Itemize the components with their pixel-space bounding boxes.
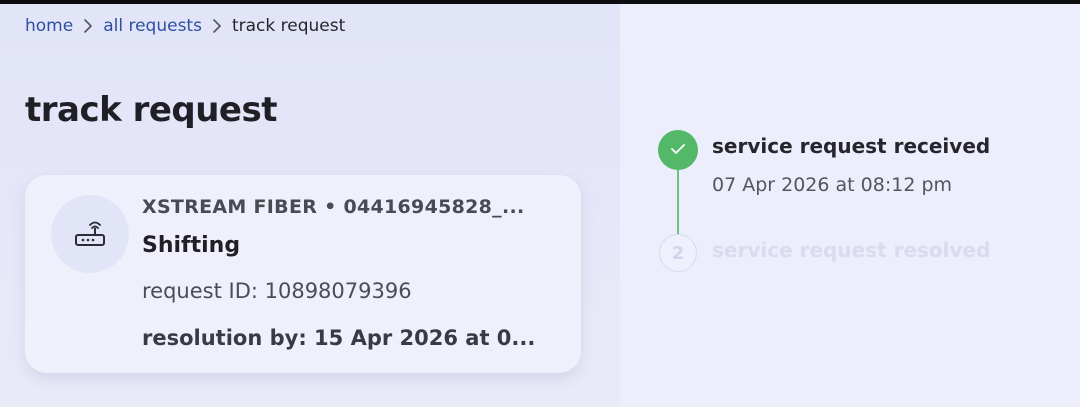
step-pending-badge: 2 bbox=[659, 234, 697, 272]
page-title: track request bbox=[25, 90, 278, 130]
step-completed-badge bbox=[658, 130, 698, 170]
request-card[interactable]: XSTREAM FIBER • 04416945828_... Shifting… bbox=[25, 175, 581, 373]
breadcrumb: home all requests track request bbox=[25, 14, 345, 38]
check-icon bbox=[670, 141, 686, 160]
breadcrumb-home-link[interactable]: home bbox=[25, 16, 73, 36]
step-title: service request received bbox=[712, 134, 991, 158]
breadcrumb-all-requests-link[interactable]: all requests bbox=[103, 16, 202, 36]
status-timeline: 2 service request received 07 Apr 2026 a… bbox=[658, 130, 1058, 280]
step-date: 07 Apr 2026 at 08:12 pm bbox=[712, 174, 953, 196]
chevron-right-icon bbox=[210, 19, 224, 33]
resolution-by: resolution by: 15 Apr 2026 at 0... bbox=[142, 326, 536, 350]
router-icon bbox=[51, 195, 129, 273]
request-id: request ID: 10898079396 bbox=[142, 279, 412, 303]
chevron-right-icon bbox=[81, 19, 95, 33]
step-title: service request resolved bbox=[712, 238, 991, 262]
breadcrumb-current: track request bbox=[231, 16, 346, 36]
service-line: XSTREAM FIBER • 04416945828_... bbox=[142, 196, 525, 218]
request-type: Shifting bbox=[142, 233, 241, 258]
